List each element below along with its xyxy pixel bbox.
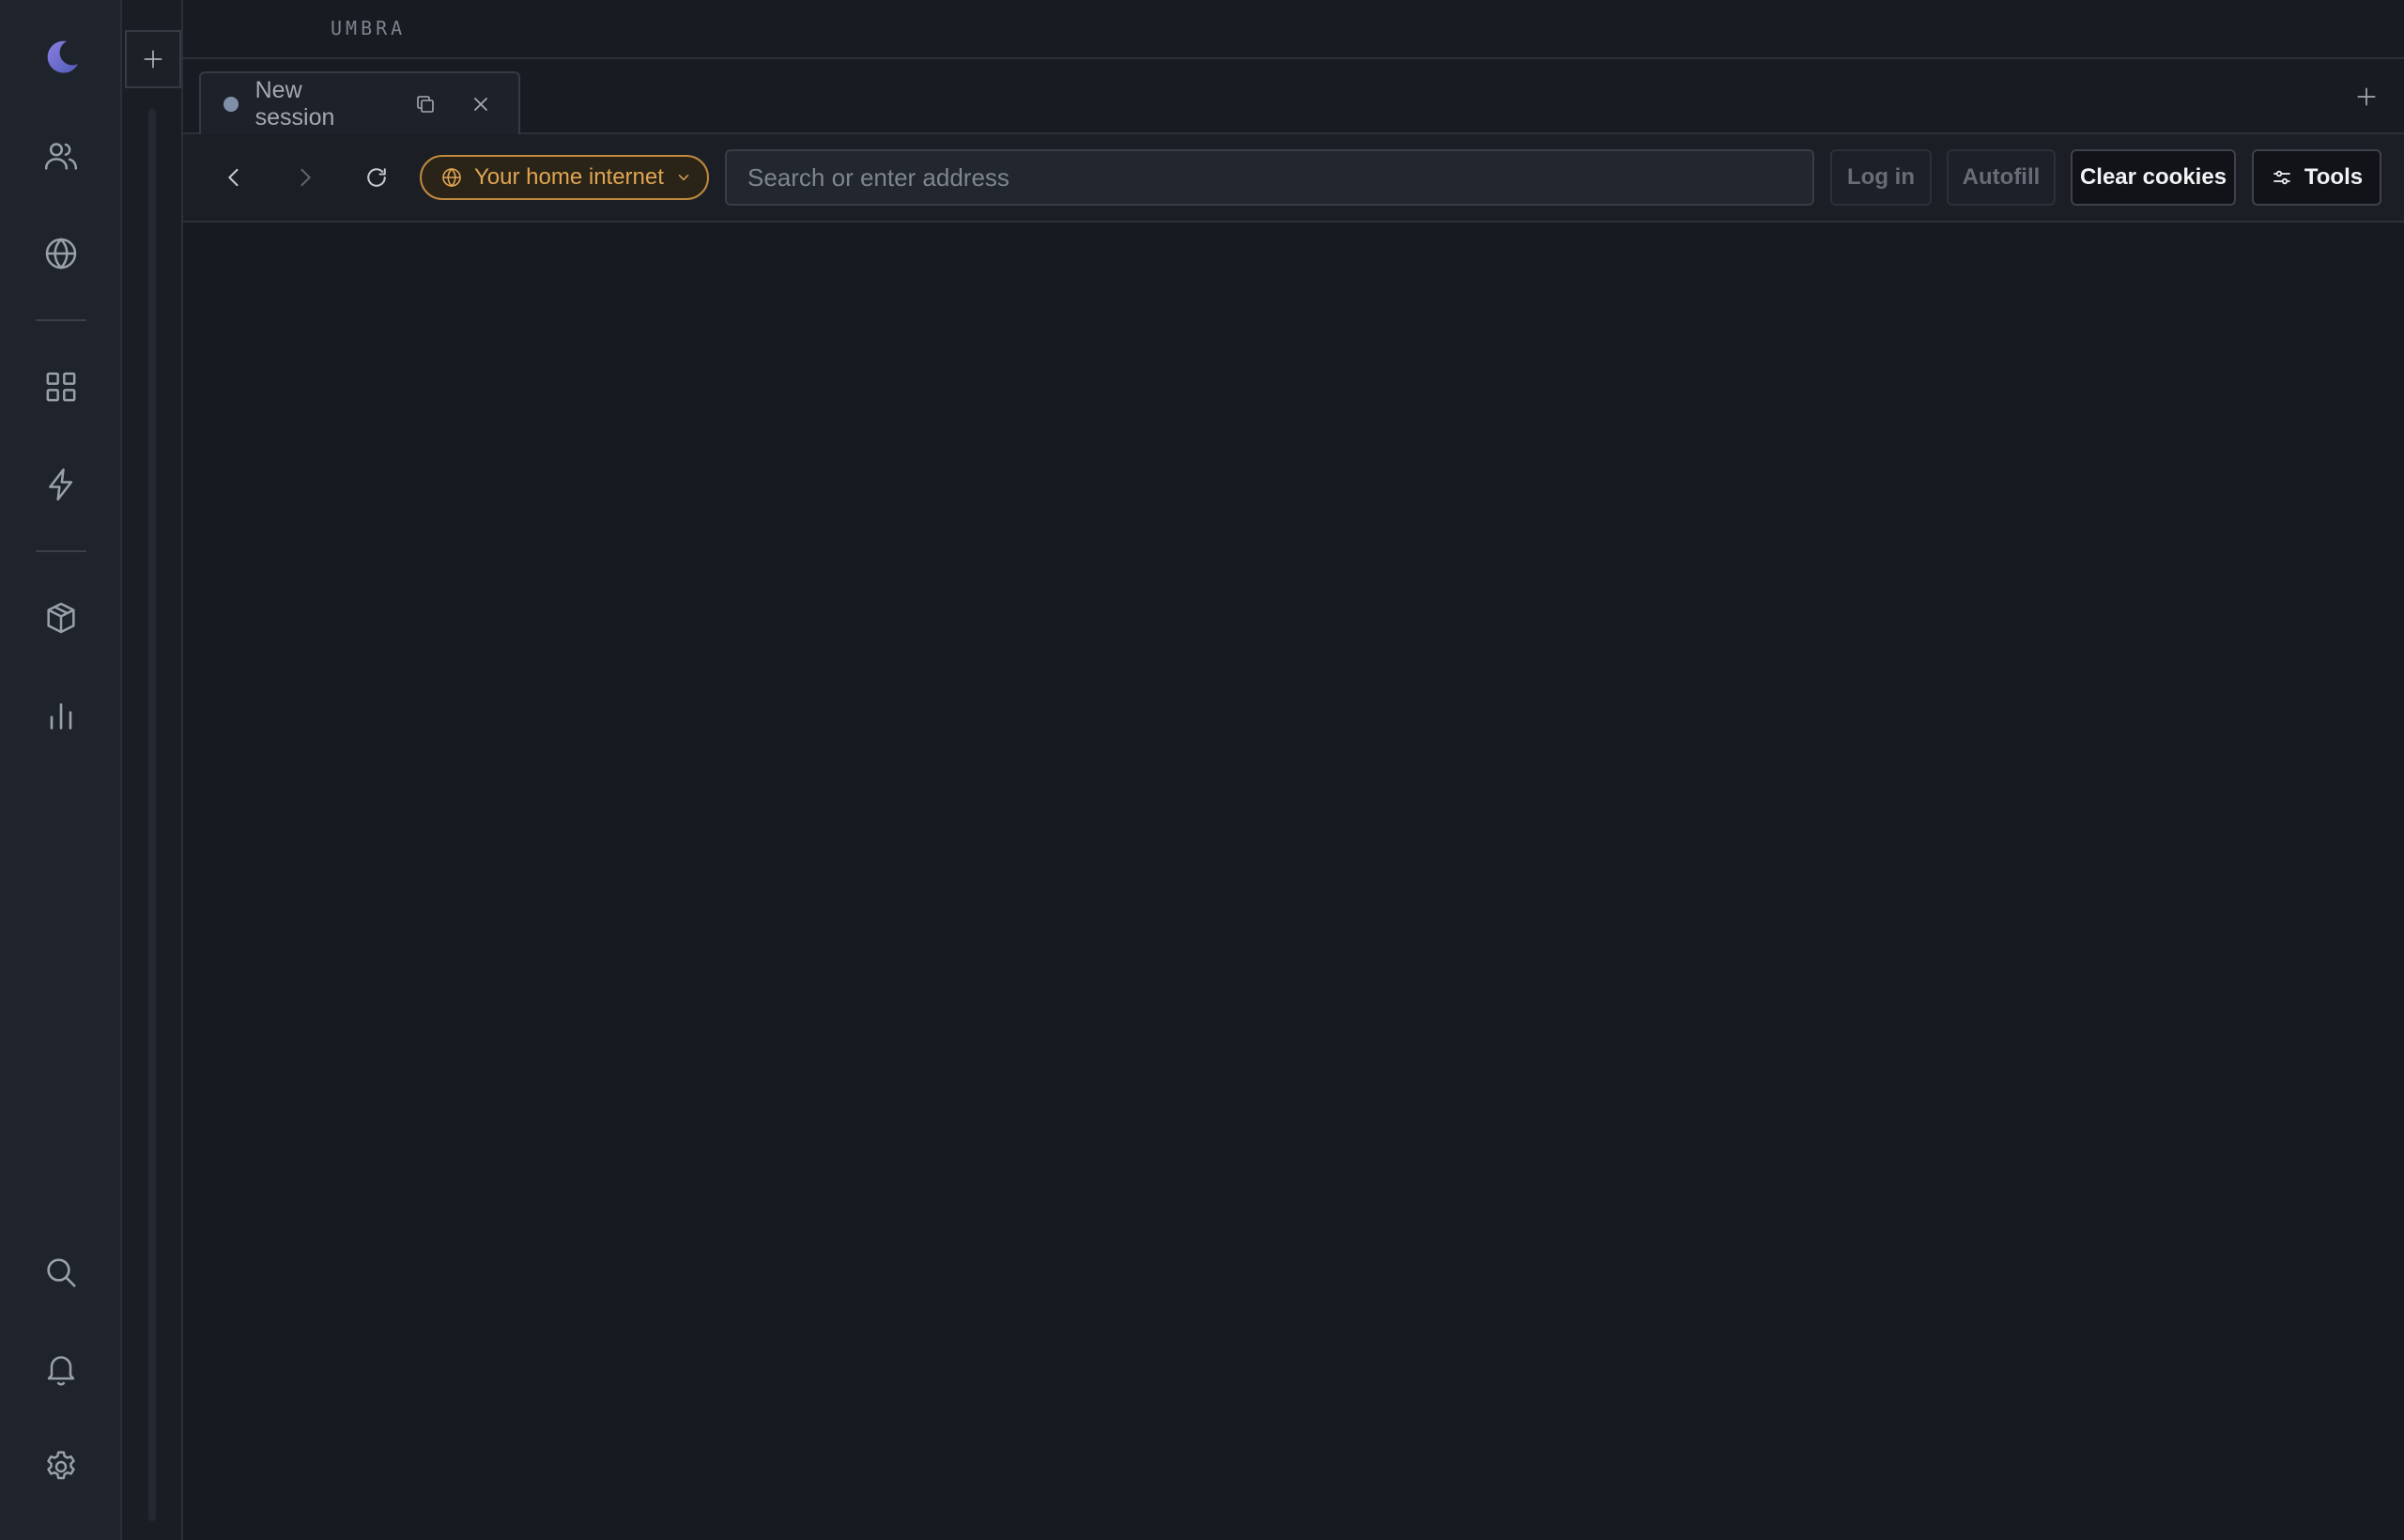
proxy-label: Your home internet [474, 164, 664, 190]
reload-button[interactable] [356, 157, 397, 198]
globe-icon [442, 167, 461, 188]
bell-icon[interactable] [33, 1341, 89, 1397]
clear-cookies-button[interactable]: Clear cookies [2071, 149, 2236, 206]
package-icon[interactable] [33, 590, 89, 646]
back-button[interactable] [213, 157, 254, 198]
tab-strip: New session [183, 59, 2404, 134]
tab-new-session[interactable]: New session [199, 71, 520, 134]
proxy-selector[interactable]: Your home internet [420, 155, 709, 200]
session-list-scrollbar[interactable] [148, 108, 156, 1521]
address-bar[interactable] [725, 149, 1814, 206]
tab-label: New session [254, 76, 335, 131]
tools-label: Tools [2304, 164, 2364, 190]
add-session-button[interactable] [125, 30, 181, 88]
tools-button[interactable]: Tools [2252, 149, 2381, 206]
grid-icon[interactable] [33, 359, 89, 415]
brand-wordmark: UMBRA [331, 17, 407, 39]
forward-button[interactable] [285, 157, 326, 198]
icon-rail [0, 0, 122, 1540]
log-in-button[interactable]: Log in [1830, 149, 1932, 206]
search-icon[interactable] [33, 1244, 89, 1301]
bar-chart-icon[interactable] [33, 687, 89, 744]
rail-divider [36, 319, 86, 321]
autofill-button[interactable]: Autofill [1947, 149, 2056, 206]
lightning-icon[interactable] [33, 456, 89, 513]
users-icon[interactable] [33, 128, 89, 184]
page-viewport[interactable] [183, 223, 2404, 1540]
chevron-down-icon [678, 175, 689, 180]
sliders-icon [2273, 170, 2290, 185]
crescent-moon-icon[interactable] [33, 28, 89, 85]
globe-icon[interactable] [33, 225, 89, 282]
new-tab-button[interactable] [2348, 78, 2385, 116]
browser-toolbar: Your home internet Log in Autofill Clear… [183, 134, 2404, 223]
session-list-panel [122, 0, 183, 1540]
close-icon[interactable] [463, 85, 500, 123]
duplicate-tab-icon[interactable] [408, 85, 444, 123]
title-bar: UMBRA [183, 0, 2404, 59]
gear-icon[interactable] [33, 1439, 89, 1495]
tab-status-dot [223, 96, 239, 112]
rail-divider [36, 550, 86, 552]
